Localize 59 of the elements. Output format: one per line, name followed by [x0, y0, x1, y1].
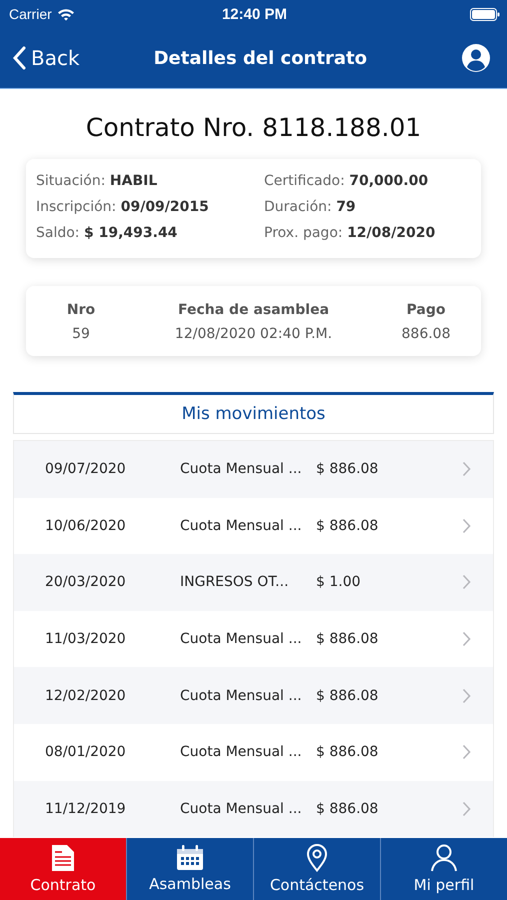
- chevron-right-icon: [462, 574, 471, 590]
- chevron-right-icon: [462, 688, 471, 704]
- column-header: Fecha de asamblea: [176, 302, 330, 318]
- chevron-left-icon: [12, 46, 26, 70]
- carrier-name: Carrier: [9, 6, 52, 22]
- movement-row[interactable]: 20/03/2020 INGRESOS OT... $ 1.00: [14, 554, 493, 611]
- movement-concept: Cuota Mensual ...: [180, 744, 303, 760]
- chevron-right-icon: [462, 800, 471, 817]
- detail-text: Duración: 79: [264, 199, 357, 215]
- screen-title: Detalles del contrato: [154, 48, 367, 68]
- chevron-right-icon: [462, 461, 471, 478]
- profile-icon[interactable]: [460, 43, 491, 73]
- document-icon: [51, 844, 75, 872]
- chevron-right-icon: [462, 744, 471, 760]
- movement-date: 10/06/2020: [45, 518, 127, 534]
- movement-amount: $ 886.08: [316, 461, 380, 478]
- movement-amount: $ 886.08: [316, 631, 380, 648]
- movement-date: 20/03/2020: [45, 574, 127, 590]
- wifi-icon: [56, 8, 75, 20]
- detail-text: Situación: HABIL: [36, 173, 158, 189]
- movement-amount: $ 886.08: [316, 800, 380, 817]
- table-cell-text: 59: [71, 326, 91, 342]
- movement-amount: $ 886.08: [316, 518, 380, 534]
- detail-text: Certificado: 70,000.00: [264, 173, 430, 189]
- detail-text: Saldo: $ 19,493.44: [36, 225, 178, 241]
- contract-title: Contrato Nro. 8118.188.01: [84, 113, 422, 142]
- movement-concept: INGRESOS OT...: [180, 574, 290, 590]
- movement-amount: $ 1.00: [316, 574, 362, 590]
- calendar-icon: [176, 845, 204, 871]
- movement-date: 08/01/2020: [45, 744, 127, 760]
- movement-row[interactable]: 12/02/2020 Cuota Mensual ... $ 886.08: [14, 667, 493, 724]
- tab[interactable]: Contrato: [0, 838, 126, 900]
- detail-text: Prox. pago: 12/08/2020: [264, 225, 436, 241]
- movement-concept: Cuota Mensual ...: [180, 800, 303, 817]
- movement-date: 09/07/2020: [45, 461, 127, 478]
- status-time: 12:40 PM: [222, 6, 288, 22]
- column-header: Nro: [66, 302, 96, 318]
- movement-concept: Cuota Mensual ...: [180, 688, 303, 704]
- person-icon: [430, 844, 458, 872]
- location-pin-icon: [306, 844, 328, 872]
- movement-date: 11/12/2019: [45, 800, 127, 817]
- battery-icon: [470, 8, 500, 20]
- movement-concept: Cuota Mensual ...: [180, 461, 303, 478]
- movement-amount: $ 886.08: [316, 744, 380, 760]
- chevron-right-icon: [462, 518, 471, 534]
- movement-row[interactable]: 09/07/2020 Cuota Mensual ... $ 886.08: [14, 441, 493, 498]
- table-cell-text: 886.08: [400, 326, 452, 342]
- movement-concept: Cuota Mensual ...: [180, 631, 303, 648]
- movement-date: 12/02/2020: [45, 688, 127, 704]
- column-header: Pago: [406, 302, 446, 318]
- back-button[interactable]: Back: [12, 46, 80, 70]
- movement-row[interactable]: 11/12/2019 Cuota Mensual ... $ 886.08: [14, 780, 493, 838]
- chevron-right-icon: [462, 631, 471, 648]
- section-title: Mis movimientos: [182, 404, 326, 424]
- movement-amount: $ 886.08: [316, 688, 380, 704]
- movement-date: 11/03/2020: [45, 631, 127, 648]
- movement-concept: Cuota Mensual ...: [180, 518, 303, 534]
- detail-text: Inscripción: 09/09/2015: [36, 199, 210, 215]
- table-cell-text: 12/08/2020 02:40 P.M.: [174, 326, 334, 342]
